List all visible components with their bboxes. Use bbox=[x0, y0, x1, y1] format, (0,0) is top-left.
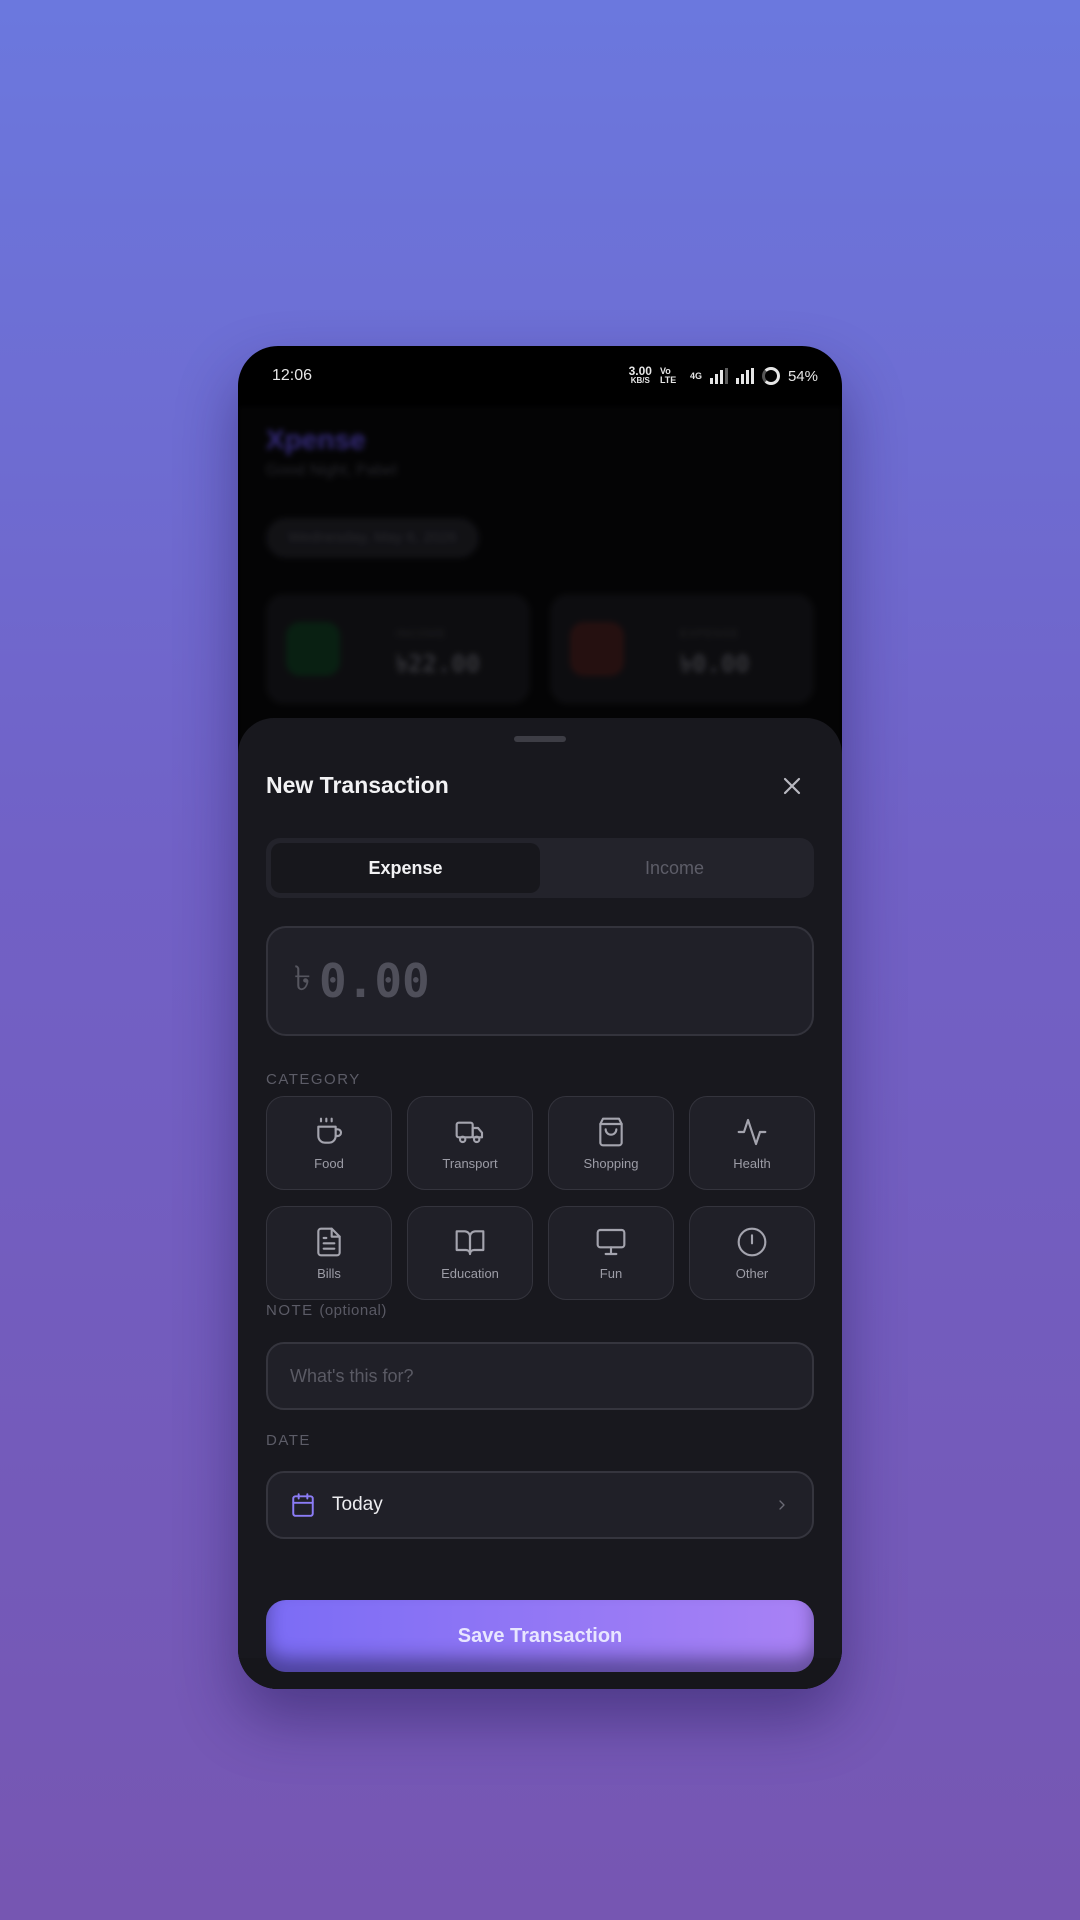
chevron-right-icon bbox=[779, 1500, 785, 1510]
category-bills[interactable]: Bills bbox=[266, 1206, 392, 1300]
new-transaction-sheet: New Transaction Expense Income ৳ 0.00 CA… bbox=[238, 718, 842, 1689]
currency-symbol: ৳ bbox=[294, 959, 311, 998]
signal-icon bbox=[709, 368, 728, 384]
status-icons: 3.00 KB/S Vo LTE 4G 54% bbox=[628, 364, 818, 386]
activity-icon bbox=[737, 1118, 767, 1145]
trending-down-icon bbox=[570, 622, 624, 676]
coffee-cup-icon bbox=[317, 1117, 342, 1144]
book-icon bbox=[455, 1229, 485, 1255]
expense-card: EXPENSE ৳0.00 bbox=[550, 594, 814, 704]
amount-input[interactable]: ৳ 0.00 bbox=[266, 926, 814, 1036]
category-fun[interactable]: Fun bbox=[548, 1206, 674, 1300]
network-type: 4G bbox=[689, 371, 702, 381]
greeting: Good Night, Pabel bbox=[266, 462, 397, 479]
monitor-icon bbox=[596, 1228, 626, 1255]
signal-icon-2 bbox=[735, 368, 754, 384]
category-health[interactable]: Health bbox=[689, 1096, 815, 1190]
document-icon bbox=[317, 1227, 341, 1256]
status-time: 12:06 bbox=[272, 367, 313, 384]
category-education[interactable]: Education bbox=[407, 1206, 533, 1300]
drag-handle[interactable] bbox=[514, 736, 566, 742]
amount-placeholder: 0.00 bbox=[318, 954, 430, 1008]
volte-indicator: Vo LTE bbox=[659, 366, 677, 385]
network-speed: 3.00 KB/S bbox=[628, 364, 652, 385]
type-toggle: Expense Income bbox=[266, 838, 814, 898]
category-food[interactable]: Food bbox=[266, 1096, 392, 1190]
date-picker[interactable]: Today bbox=[266, 1471, 814, 1539]
note-input[interactable] bbox=[266, 1342, 814, 1410]
income-card: INCOME ৳22.00 bbox=[266, 594, 530, 704]
app-title: Xpense bbox=[266, 424, 366, 455]
category-grid: Food Transport Shopping Health Bills Edu… bbox=[266, 1096, 815, 1300]
note-optional-hint: (optional) bbox=[319, 1302, 387, 1319]
trending-up-icon bbox=[286, 622, 340, 676]
sheet-title: New Transaction bbox=[266, 772, 449, 798]
save-transaction-button[interactable]: Save Transaction bbox=[266, 1600, 814, 1672]
note-label: NOTE (optional) bbox=[266, 1302, 387, 1319]
date-value: Today bbox=[332, 1494, 383, 1515]
category-shopping[interactable]: Shopping bbox=[548, 1096, 674, 1190]
category-transport[interactable]: Transport bbox=[407, 1096, 533, 1190]
category-label: CATEGORY bbox=[266, 1071, 361, 1088]
calendar-icon bbox=[292, 1493, 314, 1517]
close-icon bbox=[783, 777, 801, 795]
tab-income[interactable]: Income bbox=[540, 843, 809, 893]
date-chip: Wednesday, May 6, 2026 bbox=[266, 518, 479, 558]
tab-expense[interactable]: Expense bbox=[271, 843, 540, 893]
category-other[interactable]: Other bbox=[689, 1206, 815, 1300]
status-bar: 12:06 3.00 KB/S Vo LTE 4G 54% bbox=[238, 346, 842, 406]
phone-frame: 12:06 3.00 KB/S Vo LTE 4G 54% Xpense Goo… bbox=[238, 346, 842, 1689]
close-button[interactable] bbox=[776, 770, 808, 802]
date-label: DATE bbox=[266, 1432, 311, 1449]
battery-level: 54% bbox=[787, 367, 818, 385]
truck-icon bbox=[455, 1121, 484, 1143]
battery-ring-icon bbox=[761, 367, 780, 385]
shopping-bag-icon bbox=[599, 1117, 623, 1146]
alert-circle-icon bbox=[737, 1227, 767, 1256]
